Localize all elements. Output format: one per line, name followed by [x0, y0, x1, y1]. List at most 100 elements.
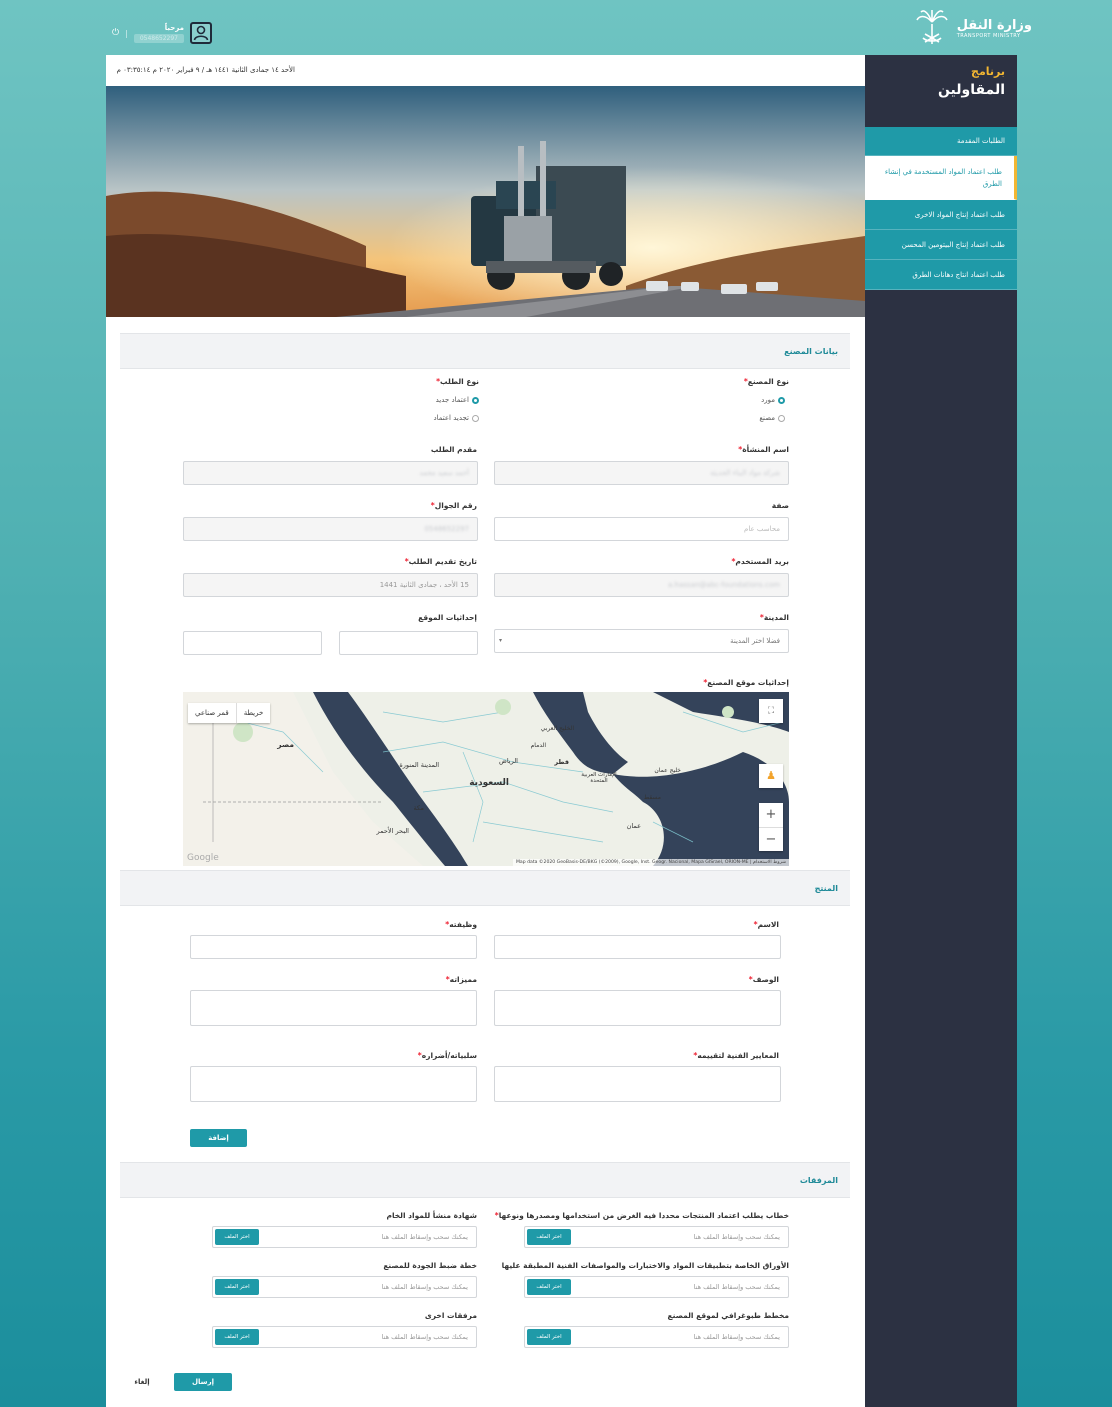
email-label: بريد المستخدم* — [731, 557, 789, 566]
zoom-in-button[interactable]: + — [759, 803, 783, 827]
mobile-label: رقم الجوال* — [430, 501, 477, 510]
file-drop-origin-cert[interactable]: يمكنك سحب وإسقاط الملف هنا اختر الملف — [212, 1226, 477, 1248]
attachment-label-quality-plan: خطة ضبط الجودة للمصنع — [383, 1261, 477, 1270]
function-label: وظيفته* — [445, 920, 477, 929]
request-type-label: نوع الطلب* — [436, 377, 479, 386]
user-icon — [193, 25, 209, 41]
sidebar-item-road-paint[interactable]: طلب اعتماد انتاج دهانات الطرق — [865, 260, 1017, 290]
choose-file-button[interactable]: اختر الملف — [215, 1229, 259, 1245]
attachment-label-topographic: مخطط طبوغرافي لموقع المصنع — [667, 1311, 789, 1320]
map-place: قطر — [554, 758, 569, 766]
attachment-label-other: مرفقات اخرى — [424, 1311, 477, 1320]
producer-type-label: نوع المصنع* — [743, 377, 789, 386]
pegman-icon[interactable]: ♟ — [759, 764, 783, 788]
map-place: الدمام — [530, 742, 546, 749]
sidebar-item-submitted[interactable]: الطلبات المقدمة — [865, 127, 1017, 156]
file-drop-topographic[interactable]: يمكنك سحب وإسقاط الملف هنا اختر الملف — [524, 1326, 789, 1348]
submit-date-label: تاريخ تقديم الطلب* — [404, 557, 477, 566]
user-name: 0548652297 — [133, 33, 185, 43]
sidebar-item-bitumen[interactable]: طلب اعتماد إنتاج البيتومين المحسن — [865, 230, 1017, 260]
program-line2: المقاولين — [937, 82, 1005, 98]
top-bar: وزارة النقل TRANSPORT MINISTRY ⏻ | مرحبا… — [0, 0, 1112, 55]
map-place: الخليج العربي — [540, 725, 574, 732]
map-place: مصر — [277, 740, 294, 749]
cons-label: سلبياته/أضراره* — [417, 1051, 477, 1060]
criteria-textarea[interactable] — [494, 1066, 781, 1102]
sidebar: برنامج المقاولين الطلبات المقدمة طلب اعت… — [865, 55, 1017, 1407]
cons-textarea[interactable] — [190, 1066, 477, 1102]
mobile-input[interactable]: 0548652297 — [183, 517, 478, 541]
user-area: ⏻ | مرحباً 0548652297 — [112, 22, 213, 44]
city-label: المدينة* — [759, 613, 789, 622]
send-button[interactable]: إرسال — [174, 1373, 232, 1391]
palm-emblem-icon — [915, 10, 948, 44]
hero-banner — [106, 86, 865, 317]
product-name-label: الاسم* — [753, 920, 779, 929]
city-select[interactable]: فضلا اختر المدينة ▾ — [494, 629, 789, 653]
features-textarea[interactable] — [190, 990, 477, 1026]
choose-file-button[interactable]: اختر الملف — [527, 1279, 571, 1295]
avatar[interactable] — [190, 22, 213, 44]
map-place: خليج عمان — [654, 767, 681, 774]
add-product-button[interactable]: إضافة — [190, 1129, 247, 1147]
job-title-input[interactable]: محاسب عام — [494, 517, 789, 541]
google-logo: Google — [187, 853, 219, 863]
location-map[interactable]: خريطة قمر صناعي ⛶ ♟ + − مصر السعودية الر… — [183, 692, 789, 866]
file-drop-specs[interactable]: يمكنك سحب وإسقاط الملف هنا اختر الملف — [524, 1276, 789, 1298]
choose-file-button[interactable]: اختر الملف — [215, 1279, 259, 1295]
email-input[interactable]: a.hassan@abc-foundations.com — [494, 573, 789, 597]
file-drop-quality-plan[interactable]: يمكنك سحب وإسقاط الملف هنا اختر الملف — [212, 1276, 477, 1298]
truck-highway-image — [106, 86, 865, 317]
coords-label: إحداثيات الموقع — [418, 613, 477, 622]
map-place: السعودية — [469, 778, 509, 788]
features-label: مميزاته* — [445, 975, 477, 984]
ministry-logo[interactable]: وزارة النقل TRANSPORT MINISTRY — [915, 8, 1032, 48]
map-place: مكة — [413, 804, 424, 812]
radio-supplier[interactable]: مورد — [761, 396, 785, 404]
map-type-satellite[interactable]: قمر صناعي — [188, 703, 236, 723]
criteria-label: المعايير الفنية لتقييمه* — [693, 1051, 779, 1060]
sidebar-item-other-materials[interactable]: طلب اعتماد إنتاج المواد الاخرى — [865, 200, 1017, 230]
map-place: الإمارات العربية المتحدة — [581, 772, 617, 784]
radio-renew-approval[interactable]: تجديد اعتماد — [433, 414, 479, 422]
latitude-input[interactable] — [339, 631, 478, 655]
product-section-header: المنتج — [120, 870, 850, 906]
function-input[interactable] — [190, 935, 477, 959]
fullscreen-icon[interactable]: ⛶ — [759, 699, 783, 723]
map-type-toggle: خريطة قمر صناعي — [188, 703, 271, 723]
description-label: الوصف* — [748, 975, 779, 984]
cancel-button[interactable]: إلغاء — [120, 1373, 164, 1391]
longitude-input[interactable] — [183, 631, 322, 655]
brand-name-en: TRANSPORT MINISTRY — [956, 32, 1021, 39]
map-place: المدينة المنورة — [399, 761, 439, 769]
main-content: الأحد ١٤ جمادى الثانية ١٤٤١ هـ / ٩ فبراي… — [106, 55, 865, 1407]
file-drop-other[interactable]: يمكنك سحب وإسقاط الملف هنا اختر الملف — [212, 1326, 477, 1348]
radio-factory[interactable]: مصنع — [759, 414, 785, 422]
map-place: البحر الأحمر — [376, 827, 409, 835]
power-icon[interactable]: ⏻ — [112, 28, 119, 38]
job-title-label: صفة — [771, 501, 789, 510]
file-drop-request-letter[interactable]: يمكنك سحب وإسقاط الملف هنا اختر الملف — [524, 1226, 789, 1248]
choose-file-button[interactable]: اختر الملف — [527, 1329, 571, 1345]
map-attribution: Map data ©2020 GeoBasis-DE/BKG (©2009), … — [512, 859, 789, 866]
applicant-label: مقدم الطلب — [430, 445, 477, 454]
greeting: مرحباً — [164, 23, 185, 32]
map-type-map[interactable]: خريطة — [235, 703, 271, 723]
chevron-down-icon: ▾ — [499, 637, 503, 644]
choose-file-button[interactable]: اختر الملف — [527, 1229, 571, 1245]
map-place: عمان — [626, 822, 641, 830]
product-name-input[interactable] — [494, 935, 781, 959]
attachment-label-request-letter: خطاب يطلب اعتماد المنتجات محددا فيه الغر… — [494, 1211, 789, 1220]
attachments-section-header: المرفقات — [120, 1162, 850, 1198]
map-place: الرياض — [498, 757, 518, 765]
applicant-input[interactable]: أحمد سعيد محمد — [183, 461, 478, 485]
zoom-out-button[interactable]: − — [759, 827, 783, 851]
description-textarea[interactable] — [494, 990, 781, 1026]
sidebar-item-road-materials[interactable]: طلب اعتماد المواد المستخدمة في إنشاء الط… — [865, 156, 1017, 200]
radio-new-approval[interactable]: اعتماد جديد — [436, 396, 479, 404]
submit-date-input[interactable]: 15 الأحد ، جمادى الثانية 1441 — [183, 573, 478, 597]
map-label: إحداثيات موقع المصنع* — [703, 678, 789, 687]
factory-section-header: بيانات المصنع — [120, 333, 850, 369]
choose-file-button[interactable]: اختر الملف — [215, 1329, 259, 1345]
facility-name-input[interactable]: شركة مواد البناء الحديثة — [494, 461, 789, 485]
